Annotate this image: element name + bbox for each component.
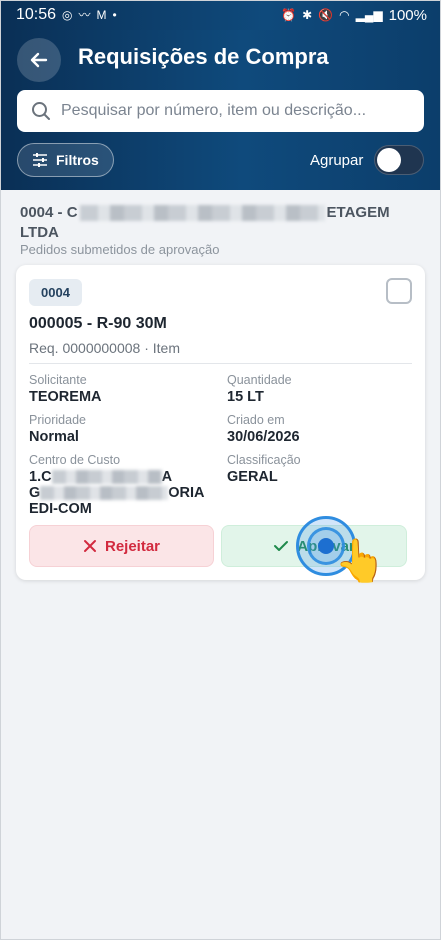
reject-label: Rejeitar [104, 537, 161, 555]
item-title: 000005 - R-90 30M [29, 315, 167, 332]
field-value: GERAL [227, 469, 278, 485]
field-value: 15 LT [227, 389, 264, 405]
status-badge: 0004 [29, 279, 82, 306]
cast-icon: 〰 [78, 8, 91, 22]
bluetooth-icon: ✱ [302, 8, 313, 22]
cost-center-line1-start: 1.C [29, 469, 52, 485]
arrow-left-icon [30, 52, 48, 68]
field-quantidade: Quantidade 15 LT [227, 373, 292, 405]
field-value: 1.C A G ORIA EDI-COM [29, 469, 219, 517]
field-label: Prioridade [29, 413, 86, 427]
company-prefix: 0004 - C [20, 204, 78, 221]
field-label: Classificação [227, 453, 301, 467]
requisition-number: Req. 0000000008 · Item [29, 340, 180, 356]
cost-center-line1-end: A [161, 469, 173, 485]
requisition-card[interactable]: 0004 000005 - R-90 30M Req. 0000000008 ·… [16, 265, 425, 580]
group-subtitle: Pedidos submetidos de aprovação [20, 242, 220, 257]
filters-label: Filtros [56, 152, 99, 168]
reject-button[interactable]: Rejeitar [29, 525, 214, 567]
mute-icon: 🔇 [318, 8, 334, 22]
page-title: Requisições de Compra [78, 44, 329, 69]
search-input[interactable] [61, 102, 401, 120]
cost-center-line2-end: ORIA [168, 485, 205, 501]
company-suffix: ETAGEM [326, 204, 390, 221]
redacted-text [51, 470, 162, 485]
select-checkbox[interactable] [386, 278, 412, 304]
field-label: Centro de Custo [29, 453, 121, 467]
field-label: Solicitante [29, 373, 87, 387]
filters-button[interactable]: Filtros [17, 143, 114, 177]
signal-icon: ▂▄▆ [355, 8, 383, 22]
field-label: Quantidade [227, 373, 292, 387]
field-solicitante: Solicitante TEOREMA [29, 373, 102, 405]
field-prioridade: Prioridade Normal [29, 413, 86, 445]
field-label: Criado em [227, 413, 285, 427]
redacted-text [79, 205, 325, 222]
company-line2: LTDA [20, 224, 59, 241]
field-value: TEOREMA [29, 389, 102, 405]
back-button[interactable] [17, 38, 61, 82]
instagram-icon: ◎ [62, 8, 73, 22]
field-criado-em: Criado em 30/06/2026 [227, 413, 300, 445]
search-icon [32, 102, 50, 120]
cost-center-line3: EDI-COM [29, 501, 92, 517]
toggle-knob [377, 148, 401, 172]
status-time: 10:56 [16, 6, 57, 23]
field-value: 30/06/2026 [227, 429, 300, 445]
field-classificacao: Classificação GERAL [227, 453, 301, 485]
battery-level: 100% [388, 6, 427, 24]
field-centro-de-custo: Centro de Custo 1.C A G ORIA EDI-COM [29, 453, 219, 517]
status-bar: 10:56 ◎ 〰 M • ⏰ ✱ 🔇 ◠ ▂▄▆ 100% [0, 0, 441, 30]
group-label: Agrupar [310, 152, 364, 169]
group-toggle[interactable] [374, 145, 424, 175]
cost-center-line2-start: G [29, 485, 41, 501]
alarm-icon: ⏰ [281, 8, 297, 22]
redacted-text [40, 486, 169, 501]
check-icon [274, 541, 289, 551]
wifi-icon: ◠ [339, 8, 350, 22]
close-icon [83, 540, 96, 552]
group-title: 0004 - C ETAGEM LTDA [20, 203, 420, 243]
pointing-hand-icon: 👆 [334, 537, 387, 584]
divider [29, 363, 412, 364]
sliders-icon [33, 153, 47, 167]
field-value: Normal [29, 429, 79, 445]
mail-icon: M [96, 8, 107, 22]
app-header: Requisições de Compra Filtros Agrupar [0, 30, 441, 190]
dot-icon: • [112, 8, 117, 22]
tap-dot [318, 538, 334, 554]
search-bar[interactable] [17, 90, 424, 132]
